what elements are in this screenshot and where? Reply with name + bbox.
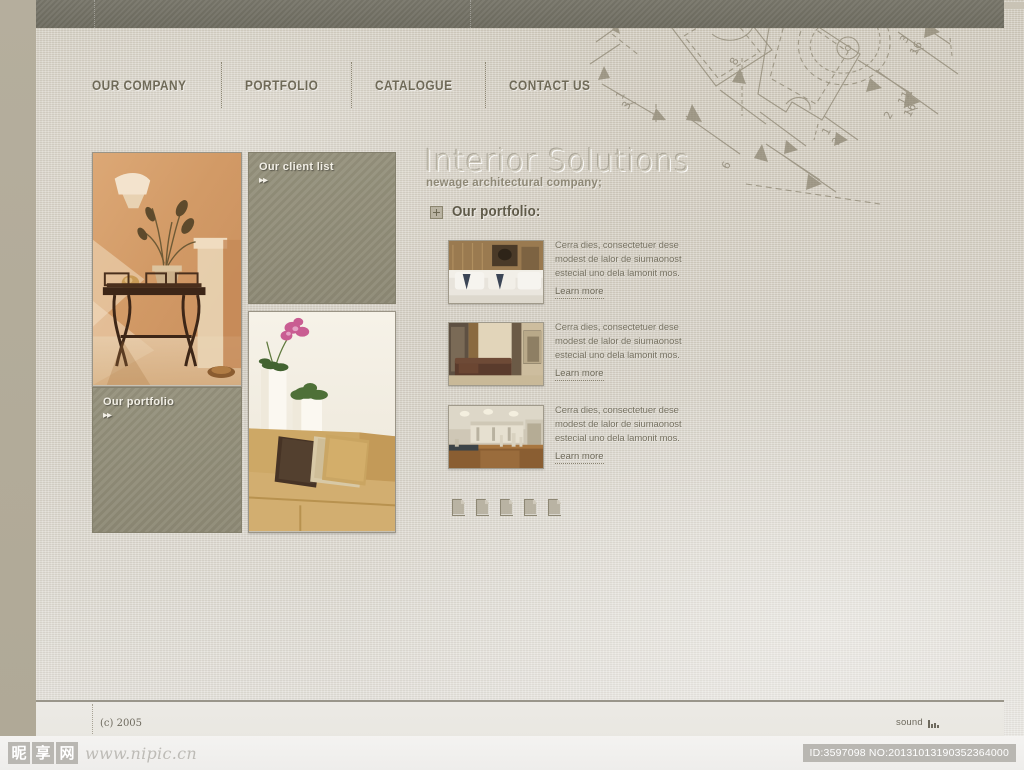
- panel-title: Our client list: [259, 161, 334, 173]
- item-text-line: estecial uno dela lamonit mos.: [555, 268, 680, 279]
- watermark-logo: 昵 享 网 www.nipic.cn: [8, 742, 197, 764]
- thumb-bedroom-warm-wood[interactable]: [448, 322, 544, 386]
- header-corner-cap: [1004, 2, 1024, 9]
- photo-entryway-console-table: [92, 152, 242, 387]
- nav-item-our-company[interactable]: Our company: [92, 62, 199, 93]
- page-icon-4[interactable]: [524, 499, 537, 516]
- item-text-line: Cerra dies, consectetuer dese: [555, 322, 679, 333]
- page-icon-5[interactable]: [548, 499, 561, 516]
- watermark-id-badge: ID:3597098 NO:20131013190352364000: [802, 744, 1016, 762]
- item-text-line: estecial uno dela lamonit mos.: [555, 350, 680, 361]
- item-text-line: modest de lalor de siumaonost: [555, 336, 682, 347]
- portfolio-item-text: Cerra dies, consectetuer dese modest de …: [555, 239, 710, 299]
- nav-item-catalogue[interactable]: Catalogue: [375, 62, 463, 93]
- page-icon-2[interactable]: [476, 499, 489, 516]
- page-icon-3[interactable]: [500, 499, 513, 516]
- nav-label: Portfolio: [245, 78, 319, 93]
- item-text-line: modest de lalor de siumaonost: [555, 419, 682, 430]
- thumb-kitchen-island[interactable]: [448, 405, 544, 469]
- header-divider-1: [94, 0, 96, 28]
- panel-our-portfolio[interactable]: Our portfolio ▸▸: [92, 387, 242, 533]
- copyright-text: (c) 2005: [100, 718, 143, 729]
- footer: [36, 700, 1004, 738]
- nav-label: Contact us: [508, 78, 590, 93]
- nav-item-portfolio[interactable]: Portfolio: [245, 62, 328, 93]
- nav-separator: [221, 62, 223, 108]
- sound-label: sound: [896, 717, 923, 728]
- portfolio-item-1: Cerra dies, consectetuer dese modest de …: [448, 240, 708, 308]
- sound-level-icon: [927, 719, 939, 728]
- chevron-double-right-icon: ▸▸: [103, 410, 112, 421]
- watermark-url: www.nipic.cn: [85, 743, 197, 763]
- chevron-double-right-icon: ▸▸: [259, 175, 268, 186]
- nav-label: Our company: [92, 78, 187, 93]
- crosshair-square-icon: [430, 205, 443, 219]
- watermark-cjk-char: 享: [32, 742, 54, 764]
- portfolio-item-2: Cerra dies, consectetuer dese modest de …: [448, 322, 708, 390]
- section-header-portfolio: Our portfolio:: [430, 204, 548, 220]
- page-subtitle: newage architectural company;: [426, 175, 602, 189]
- item-text-line: Cerra dies, consectetuer dese: [555, 405, 679, 416]
- nav-separator: [484, 62, 487, 108]
- learn-more-link[interactable]: Learn more: [555, 368, 604, 381]
- item-text-line: modest de lalor de siumaonost: [555, 254, 682, 265]
- sound-control[interactable]: sound: [896, 717, 939, 728]
- portfolio-item-3: Cerra dies, consectetuer dese modest de …: [448, 405, 708, 473]
- thumb-bedroom-white-linens[interactable]: [448, 240, 544, 304]
- panel-our-client-list[interactable]: Our client list ▸▸: [248, 152, 396, 304]
- top-header-bar: [36, 0, 1004, 28]
- screenshot-root: 2 1 3 8 6 1 2 3 16 2 11 16 Our company: [0, 0, 1024, 770]
- photo-living-room-sofa: [248, 311, 396, 533]
- watermark-cjk-char: 网: [56, 742, 78, 764]
- nav-separator: [350, 62, 353, 108]
- section-title: Our portfolio:: [452, 204, 541, 220]
- nav-label: Catalogue: [374, 78, 452, 93]
- header-divider-2: [470, 0, 472, 28]
- portfolio-item-text: Cerra dies, consectetuer dese modest de …: [555, 321, 710, 381]
- left-gutter: [0, 0, 36, 736]
- watermark-cjk-char: 昵: [8, 742, 30, 764]
- page-title: Interior Solutions: [424, 144, 690, 179]
- item-text-line: Cerra dies, consectetuer dese: [555, 240, 679, 251]
- panel-title: Our portfolio: [103, 396, 175, 408]
- learn-more-link[interactable]: Learn more: [555, 286, 604, 299]
- pagination: [452, 499, 561, 516]
- main-navigation: Our company Portfolio Catalogue Contact …: [92, 62, 601, 110]
- footer-divider: [92, 704, 93, 734]
- page-icon-1[interactable]: [452, 499, 465, 516]
- nav-item-contact-us[interactable]: Contact us: [509, 62, 602, 93]
- watermark-cjk-logo: 昵 享 网: [8, 742, 78, 764]
- learn-more-link[interactable]: Learn more: [555, 451, 604, 464]
- portfolio-item-text: Cerra dies, consectetuer dese modest de …: [555, 404, 710, 464]
- item-text-line: estecial uno dela lamonit mos.: [555, 433, 680, 444]
